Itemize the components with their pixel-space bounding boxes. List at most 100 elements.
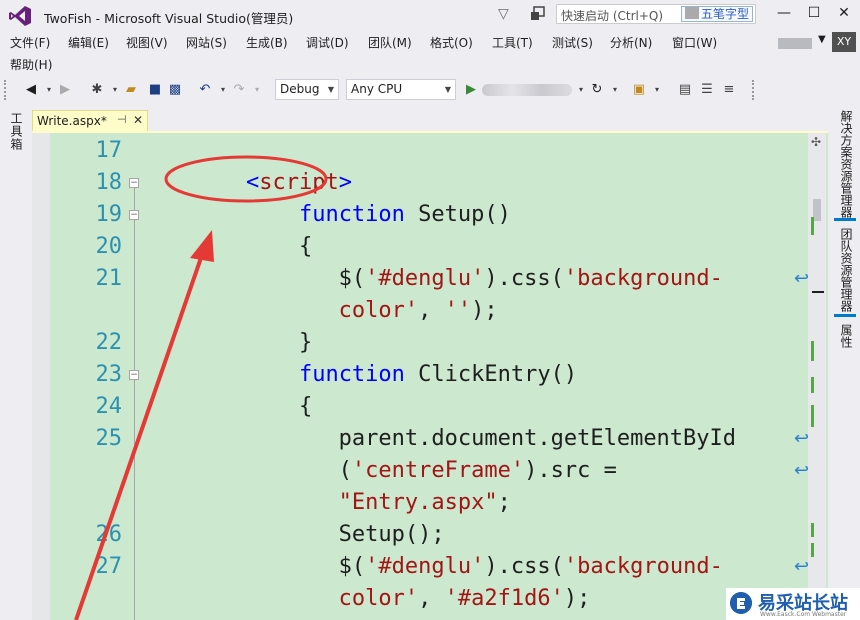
menu-item[interactable]: 测试(S)	[552, 34, 593, 51]
menu-item[interactable]: 窗口(W)	[672, 34, 717, 51]
code-text: }	[140, 327, 312, 359]
open-file-icon[interactable]: ▰	[122, 81, 140, 99]
code-line[interactable]: 24 {	[32, 391, 812, 423]
code-editor[interactable]: 17 18− <script> 19− function Setup() 20 {21…	[32, 133, 828, 620]
solution-platform-select[interactable]: Any CPU ▼	[346, 79, 456, 100]
forward-icon[interactable]: ▶	[56, 81, 74, 99]
code-line[interactable]: 19− function Setup()	[32, 199, 812, 231]
vertical-scrollbar[interactable]: ✣	[808, 133, 826, 620]
feedback-filter-icon[interactable]: ▽	[498, 6, 514, 22]
code-token: Setup()	[404, 202, 511, 227]
find-in-files-icon[interactable]: ▣	[630, 81, 648, 99]
toolbar-grip[interactable]	[752, 80, 756, 100]
code-line[interactable]: 18− <script>	[32, 167, 812, 199]
code-line[interactable]: 25 parent.document.getElementById ↩	[32, 423, 812, 455]
code-line[interactable]: "Entry.aspx";	[32, 487, 812, 519]
ime-label: 五笔字型	[700, 7, 749, 21]
split-window-icon[interactable]: ✣	[811, 135, 821, 149]
collapse-region-icon[interactable]: −	[129, 370, 139, 380]
comment-icon[interactable]: ▤	[676, 81, 694, 99]
menu-item[interactable]: 视图(V)	[126, 34, 168, 51]
change-marker	[811, 217, 814, 235]
menu-item[interactable]: 工具(T)	[492, 34, 533, 51]
toolbox-tab[interactable]: 工具箱	[8, 112, 25, 151]
code-token: <	[140, 170, 260, 195]
code-text: ('centreFrame').src =	[140, 455, 617, 487]
user-name-blurred[interactable]	[778, 38, 812, 49]
line-number: 26	[95, 522, 123, 547]
close-tab-icon[interactable]: ✕	[133, 113, 143, 127]
quick-launch-input[interactable]: 快速启动 (Ctrl+Q) 五笔字型	[556, 4, 756, 24]
standard-toolbar: ◀ ▾ ▶ ✱ ▾ ▰ ■ ▩ ↶ ▾ ↷ ▾ Debug ▼ Any CPU ▼ …	[0, 76, 860, 104]
menu-item[interactable]: 网站(S)	[186, 34, 227, 51]
menu-item[interactable]: 文件(F)	[10, 34, 50, 51]
code-text: "Entry.aspx";	[140, 487, 511, 519]
notifications-icon[interactable]	[530, 6, 548, 22]
code-line[interactable]: 27 $('#denglu').css('background- ↩	[32, 551, 812, 583]
properties-tab[interactable]: 属性	[838, 324, 855, 348]
refresh-icon[interactable]: ↻	[588, 81, 606, 99]
outdent-icon[interactable]: ☰	[698, 81, 716, 99]
start-target-blurred[interactable]	[482, 84, 572, 96]
visual-studio-logo-icon	[9, 6, 31, 26]
code-line[interactable]: ('centreFrame').src = ↩	[32, 455, 812, 487]
code-token: );	[471, 298, 498, 323]
save-all-icon[interactable]: ▩	[166, 81, 184, 99]
word-wrap-glyph-icon: ↩	[794, 268, 810, 289]
user-menu-chevron-icon[interactable]: ▼	[818, 34, 826, 45]
menu-item[interactable]: 生成(B)	[246, 34, 288, 51]
code-line[interactable]: 23− function ClickEntry()	[32, 359, 812, 391]
code-token: 'background-	[563, 554, 723, 579]
document-tab-label: Write.aspx*	[37, 114, 107, 128]
code-line[interactable]: 17	[32, 135, 812, 167]
caret-position-marker	[812, 291, 824, 293]
find-dropdown-icon[interactable]: ▾	[648, 81, 666, 99]
document-tab-write-aspx[interactable]: Write.aspx* ⊣ ✕	[32, 110, 148, 132]
line-number: 24	[95, 394, 123, 419]
redo-dropdown-icon[interactable]: ▾	[248, 81, 266, 99]
maximize-button[interactable]: ☐	[800, 0, 828, 28]
menu-help[interactable]: 帮助(H)	[10, 56, 52, 73]
save-icon[interactable]: ■	[146, 81, 164, 99]
collapse-region-icon[interactable]: −	[129, 210, 139, 220]
code-token: ).css(	[484, 554, 564, 579]
team-explorer-tab[interactable]: 团队资源管理器	[838, 228, 855, 312]
new-project-icon[interactable]: ✱	[88, 81, 106, 99]
refresh-dropdown-icon[interactable]: ▾	[606, 81, 624, 99]
menu-bar: 文件(F) 编辑(E) 视图(V) 网站(S) 生成(B) 调试(D) 团队(M) 格式(O)…	[0, 30, 860, 74]
close-button[interactable]: ✕	[830, 0, 858, 28]
toolbar-grip[interactable]	[4, 80, 8, 100]
undo-icon[interactable]: ↶	[196, 81, 214, 99]
collapse-region-icon[interactable]: −	[129, 178, 139, 188]
ime-indicator[interactable]: 五笔字型	[680, 6, 753, 22]
code-line[interactable]: }	[32, 615, 812, 620]
code-token: ).src =	[524, 458, 617, 483]
solution-explorer-tab[interactable]: 解决方案资源管理器	[838, 110, 855, 218]
back-icon[interactable]: ◀	[22, 81, 40, 99]
user-avatar[interactable]: XY	[832, 32, 856, 52]
menu-item[interactable]: 调试(D)	[306, 34, 349, 51]
code-line[interactable]: 20 {	[32, 231, 812, 263]
solution-configuration-select[interactable]: Debug ▼	[275, 79, 339, 100]
menu-item[interactable]: 格式(O)	[430, 34, 473, 51]
code-line[interactable]: 22 }	[32, 327, 812, 359]
minimize-button[interactable]: —	[770, 0, 798, 28]
code-line[interactable]: 26 Setup();	[32, 519, 812, 551]
code-line[interactable]: 21 $('#denglu').css('background- ↩	[32, 263, 812, 295]
code-token: "Entry.aspx"	[140, 490, 498, 515]
indent-icon[interactable]: ≡	[720, 81, 738, 99]
menu-item[interactable]: 编辑(E)	[68, 34, 109, 51]
scrollbar-thumb[interactable]	[813, 199, 821, 221]
line-number: 23	[95, 362, 123, 387]
redo-icon[interactable]: ↷	[230, 81, 248, 99]
menu-item[interactable]: 团队(M)	[368, 34, 412, 51]
code-line[interactable]: color', '#a2f1d6');	[32, 583, 812, 615]
word-wrap-glyph-icon: ↩	[794, 556, 810, 577]
menu-item[interactable]: 分析(N)	[610, 34, 652, 51]
code-token: ''	[444, 298, 472, 323]
pin-icon[interactable]: ⊣	[117, 113, 127, 126]
start-debugging-icon[interactable]: ▶	[462, 81, 480, 99]
code-token: function	[298, 362, 405, 387]
code-token: ,	[418, 586, 445, 611]
code-line[interactable]: color', '');	[32, 295, 812, 327]
